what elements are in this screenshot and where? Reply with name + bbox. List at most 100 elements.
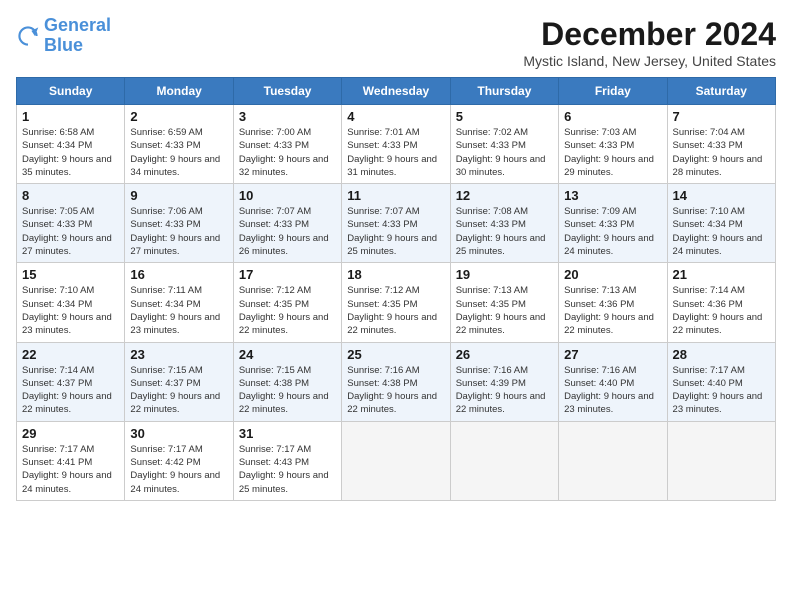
day-info: Sunrise: 6:59 AM Sunset: 4:33 PM Dayligh… — [130, 126, 227, 179]
calendar-header-row: SundayMondayTuesdayWednesdayThursdayFrid… — [17, 78, 776, 105]
day-number: 22 — [22, 347, 119, 362]
header: General Blue December 2024 Mystic Island… — [16, 16, 776, 69]
weekday-header-thursday: Thursday — [450, 78, 558, 105]
day-info: Sunrise: 7:07 AM Sunset: 4:33 PM Dayligh… — [347, 205, 444, 258]
month-title: December 2024 — [523, 16, 776, 53]
calendar-cell: 22 Sunrise: 7:14 AM Sunset: 4:37 PM Dayl… — [17, 342, 125, 421]
weekday-header-wednesday: Wednesday — [342, 78, 450, 105]
day-info: Sunrise: 7:10 AM Sunset: 4:34 PM Dayligh… — [22, 284, 119, 337]
day-number: 11 — [347, 188, 444, 203]
day-info: Sunrise: 7:04 AM Sunset: 4:33 PM Dayligh… — [673, 126, 770, 179]
day-info: Sunrise: 7:16 AM Sunset: 4:38 PM Dayligh… — [347, 364, 444, 417]
calendar-cell: 18 Sunrise: 7:12 AM Sunset: 4:35 PM Dayl… — [342, 263, 450, 342]
calendar-cell: 29 Sunrise: 7:17 AM Sunset: 4:41 PM Dayl… — [17, 421, 125, 500]
calendar-week-row: 15 Sunrise: 7:10 AM Sunset: 4:34 PM Dayl… — [17, 263, 776, 342]
day-number: 14 — [673, 188, 770, 203]
calendar-cell: 11 Sunrise: 7:07 AM Sunset: 4:33 PM Dayl… — [342, 184, 450, 263]
day-number: 13 — [564, 188, 661, 203]
day-number: 9 — [130, 188, 227, 203]
calendar-cell: 23 Sunrise: 7:15 AM Sunset: 4:37 PM Dayl… — [125, 342, 233, 421]
day-info: Sunrise: 7:12 AM Sunset: 4:35 PM Dayligh… — [239, 284, 336, 337]
calendar-cell: 14 Sunrise: 7:10 AM Sunset: 4:34 PM Dayl… — [667, 184, 775, 263]
calendar-cell: 21 Sunrise: 7:14 AM Sunset: 4:36 PM Dayl… — [667, 263, 775, 342]
day-number: 8 — [22, 188, 119, 203]
calendar-cell: 4 Sunrise: 7:01 AM Sunset: 4:33 PM Dayli… — [342, 105, 450, 184]
day-number: 12 — [456, 188, 553, 203]
day-number: 24 — [239, 347, 336, 362]
day-info: Sunrise: 7:05 AM Sunset: 4:33 PM Dayligh… — [22, 205, 119, 258]
day-number: 4 — [347, 109, 444, 124]
logo-icon — [16, 24, 40, 48]
calendar-cell: 8 Sunrise: 7:05 AM Sunset: 4:33 PM Dayli… — [17, 184, 125, 263]
calendar-cell — [559, 421, 667, 500]
day-info: Sunrise: 7:07 AM Sunset: 4:33 PM Dayligh… — [239, 205, 336, 258]
calendar-cell: 16 Sunrise: 7:11 AM Sunset: 4:34 PM Dayl… — [125, 263, 233, 342]
calendar-cell: 6 Sunrise: 7:03 AM Sunset: 4:33 PM Dayli… — [559, 105, 667, 184]
day-info: Sunrise: 7:03 AM Sunset: 4:33 PM Dayligh… — [564, 126, 661, 179]
day-info: Sunrise: 7:00 AM Sunset: 4:33 PM Dayligh… — [239, 126, 336, 179]
day-info: Sunrise: 7:02 AM Sunset: 4:33 PM Dayligh… — [456, 126, 553, 179]
day-info: Sunrise: 7:17 AM Sunset: 4:41 PM Dayligh… — [22, 443, 119, 496]
day-info: Sunrise: 7:15 AM Sunset: 4:37 PM Dayligh… — [130, 364, 227, 417]
day-info: Sunrise: 7:14 AM Sunset: 4:36 PM Dayligh… — [673, 284, 770, 337]
calendar-week-row: 1 Sunrise: 6:58 AM Sunset: 4:34 PM Dayli… — [17, 105, 776, 184]
day-number: 17 — [239, 267, 336, 282]
calendar-week-row: 8 Sunrise: 7:05 AM Sunset: 4:33 PM Dayli… — [17, 184, 776, 263]
day-info: Sunrise: 7:11 AM Sunset: 4:34 PM Dayligh… — [130, 284, 227, 337]
title-area: December 2024 Mystic Island, New Jersey,… — [523, 16, 776, 69]
day-info: Sunrise: 7:17 AM Sunset: 4:42 PM Dayligh… — [130, 443, 227, 496]
day-number: 2 — [130, 109, 227, 124]
weekday-header-friday: Friday — [559, 78, 667, 105]
calendar-cell: 31 Sunrise: 7:17 AM Sunset: 4:43 PM Dayl… — [233, 421, 341, 500]
calendar-cell: 1 Sunrise: 6:58 AM Sunset: 4:34 PM Dayli… — [17, 105, 125, 184]
day-number: 20 — [564, 267, 661, 282]
day-info: Sunrise: 7:15 AM Sunset: 4:38 PM Dayligh… — [239, 364, 336, 417]
day-number: 23 — [130, 347, 227, 362]
day-info: Sunrise: 7:12 AM Sunset: 4:35 PM Dayligh… — [347, 284, 444, 337]
logo-line2: Blue — [44, 36, 111, 56]
day-number: 30 — [130, 426, 227, 441]
calendar-cell: 5 Sunrise: 7:02 AM Sunset: 4:33 PM Dayli… — [450, 105, 558, 184]
day-info: Sunrise: 7:14 AM Sunset: 4:37 PM Dayligh… — [22, 364, 119, 417]
calendar-cell: 7 Sunrise: 7:04 AM Sunset: 4:33 PM Dayli… — [667, 105, 775, 184]
calendar-cell: 27 Sunrise: 7:16 AM Sunset: 4:40 PM Dayl… — [559, 342, 667, 421]
calendar-cell: 25 Sunrise: 7:16 AM Sunset: 4:38 PM Dayl… — [342, 342, 450, 421]
calendar-cell — [450, 421, 558, 500]
calendar-cell: 26 Sunrise: 7:16 AM Sunset: 4:39 PM Dayl… — [450, 342, 558, 421]
day-number: 18 — [347, 267, 444, 282]
day-info: Sunrise: 7:17 AM Sunset: 4:43 PM Dayligh… — [239, 443, 336, 496]
day-number: 6 — [564, 109, 661, 124]
day-number: 21 — [673, 267, 770, 282]
day-number: 19 — [456, 267, 553, 282]
day-info: Sunrise: 7:13 AM Sunset: 4:36 PM Dayligh… — [564, 284, 661, 337]
day-number: 7 — [673, 109, 770, 124]
calendar-cell: 19 Sunrise: 7:13 AM Sunset: 4:35 PM Dayl… — [450, 263, 558, 342]
weekday-header-saturday: Saturday — [667, 78, 775, 105]
calendar-cell — [342, 421, 450, 500]
day-info: Sunrise: 7:16 AM Sunset: 4:39 PM Dayligh… — [456, 364, 553, 417]
calendar-cell: 20 Sunrise: 7:13 AM Sunset: 4:36 PM Dayl… — [559, 263, 667, 342]
calendar-cell — [667, 421, 775, 500]
day-number: 31 — [239, 426, 336, 441]
day-number: 29 — [22, 426, 119, 441]
weekday-header-monday: Monday — [125, 78, 233, 105]
day-info: Sunrise: 7:10 AM Sunset: 4:34 PM Dayligh… — [673, 205, 770, 258]
weekday-header-tuesday: Tuesday — [233, 78, 341, 105]
day-number: 3 — [239, 109, 336, 124]
day-number: 5 — [456, 109, 553, 124]
calendar-cell: 28 Sunrise: 7:17 AM Sunset: 4:40 PM Dayl… — [667, 342, 775, 421]
calendar-week-row: 22 Sunrise: 7:14 AM Sunset: 4:37 PM Dayl… — [17, 342, 776, 421]
calendar-cell: 30 Sunrise: 7:17 AM Sunset: 4:42 PM Dayl… — [125, 421, 233, 500]
day-info: Sunrise: 7:08 AM Sunset: 4:33 PM Dayligh… — [456, 205, 553, 258]
calendar-cell: 17 Sunrise: 7:12 AM Sunset: 4:35 PM Dayl… — [233, 263, 341, 342]
day-info: Sunrise: 7:13 AM Sunset: 4:35 PM Dayligh… — [456, 284, 553, 337]
calendar-cell: 24 Sunrise: 7:15 AM Sunset: 4:38 PM Dayl… — [233, 342, 341, 421]
day-info: Sunrise: 7:09 AM Sunset: 4:33 PM Dayligh… — [564, 205, 661, 258]
day-number: 16 — [130, 267, 227, 282]
day-info: Sunrise: 6:58 AM Sunset: 4:34 PM Dayligh… — [22, 126, 119, 179]
calendar: SundayMondayTuesdayWednesdayThursdayFrid… — [16, 77, 776, 501]
calendar-cell: 13 Sunrise: 7:09 AM Sunset: 4:33 PM Dayl… — [559, 184, 667, 263]
calendar-week-row: 29 Sunrise: 7:17 AM Sunset: 4:41 PM Dayl… — [17, 421, 776, 500]
day-number: 10 — [239, 188, 336, 203]
day-number: 27 — [564, 347, 661, 362]
